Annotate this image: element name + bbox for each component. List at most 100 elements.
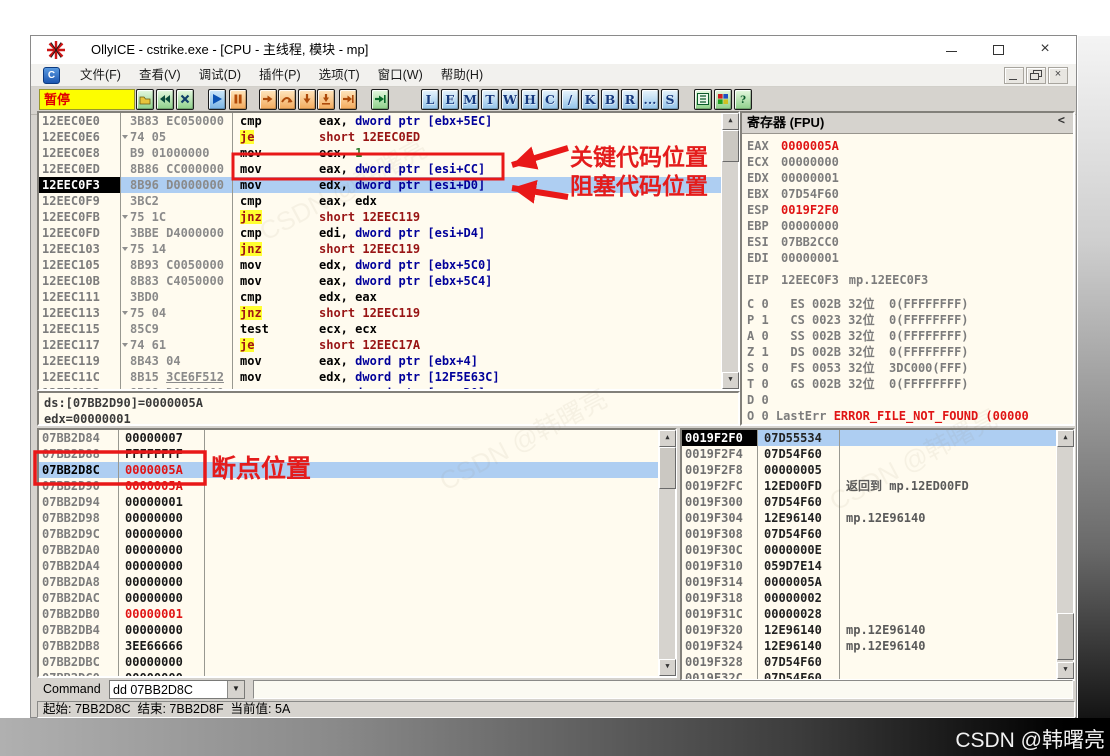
register-row[interactable]: EAX0000005A	[747, 138, 1073, 154]
dump-scrollbar[interactable]: ▲ ▼	[658, 430, 675, 676]
panel-K-button[interactable]: K	[581, 89, 599, 110]
panel-C-button[interactable]: C	[541, 89, 559, 110]
panel-B-button[interactable]: B	[601, 89, 619, 110]
disasm-row[interactable]: 12EEC1198B43 04moveax, dword ptr [ebx+4]	[39, 353, 722, 369]
dump-row[interactable]: 07BB2D8C0000005A	[39, 462, 659, 478]
dump-row[interactable]: 07BB2DB000000001	[39, 606, 659, 622]
flag-row[interactable]: A 0 SS 002B 32位 0(FFFFFFFF)	[747, 328, 1073, 344]
appearance-button[interactable]	[714, 89, 732, 110]
panel-E-button[interactable]: E	[441, 89, 459, 110]
scrollbar-thumb[interactable]	[1057, 613, 1074, 660]
disasm-row[interactable]: 12EEC1113BD0cmpedx, eax	[39, 289, 722, 305]
dump-row[interactable]: 07BB2DA000000000	[39, 542, 659, 558]
flag-row[interactable]: D 0	[747, 392, 1073, 408]
menu-item[interactable]: 查看(V)	[130, 64, 190, 86]
dump-row[interactable]: 07BB2D88FFFFFFFF	[39, 446, 659, 462]
panel-M-button[interactable]: M	[461, 89, 479, 110]
scrollbar-thumb[interactable]	[722, 130, 739, 162]
run-to-return-button[interactable]	[339, 89, 357, 110]
disasm-row[interactable]: 12EEC1228B88 D0000000movecx, dword ptr […	[39, 385, 722, 389]
collapse-button[interactable]: <	[1058, 113, 1065, 127]
go-to-button[interactable]	[371, 89, 389, 110]
disasm-row[interactable]: 12EEC0ED8B86 CC000000moveax, dword ptr […	[39, 161, 722, 177]
disassembly-scrollbar[interactable]: ▲ ▼	[721, 113, 738, 389]
dump-row[interactable]: 07BB2DAC00000000	[39, 590, 659, 606]
disasm-row[interactable]: 12EEC11585C9testecx, ecx	[39, 321, 722, 337]
menu-item[interactable]: 文件(F)	[71, 64, 130, 86]
stack-row[interactable]: 0019F2F407D54F60	[682, 446, 1057, 462]
stack-row[interactable]: 0019F30007D54F60	[682, 494, 1057, 510]
command-input[interactable]	[110, 681, 233, 698]
minimize-button[interactable]	[934, 36, 968, 63]
dump-row[interactable]: 07BB2D8400000007	[39, 430, 659, 446]
scroll-up-icon[interactable]: ▲	[659, 430, 676, 447]
menu-item[interactable]: 调试(D)	[190, 64, 250, 86]
stack-row[interactable]: 0019F310059D7E14	[682, 558, 1057, 574]
stack-pane[interactable]: 0019F2F007D555340019F2F407D54F600019F2F8…	[680, 428, 1075, 681]
stack-row[interactable]: 0019F32C07D54F60	[682, 670, 1057, 679]
stack-row[interactable]: 0019F32012E96140mp.12E96140	[682, 622, 1057, 638]
dump-row[interactable]: 07BB2DB83EE66666	[39, 638, 659, 654]
register-row[interactable]: ECX00000000	[747, 154, 1073, 170]
disasm-row[interactable]: 12EEC0FD3BBE D4000000cmpedi, dword ptr […	[39, 225, 722, 241]
run-button[interactable]	[208, 89, 226, 110]
menu-item[interactable]: 插件(P)	[250, 64, 310, 86]
trace-over-button[interactable]	[317, 89, 335, 110]
stack-row[interactable]: 0019F30C0000000E	[682, 542, 1057, 558]
stack-row[interactable]: 0019F3140000005A	[682, 574, 1057, 590]
register-row[interactable]: EDI00000001	[747, 250, 1073, 266]
stack-row[interactable]: 0019F31C00000028	[682, 606, 1057, 622]
panel-R-button[interactable]: R	[621, 89, 639, 110]
disasm-row[interactable]: 12EEC11774 61jeshort 12EEC17A	[39, 337, 722, 353]
close-button[interactable]: ×	[1028, 36, 1062, 63]
maximize-button[interactable]	[981, 36, 1015, 63]
flag-row[interactable]: Z 1 DS 002B 32位 0(FFFFFFFF)	[747, 344, 1073, 360]
disasm-row[interactable]: 12EEC0FB75 1Cjnzshort 12EEC119	[39, 209, 722, 225]
scroll-down-icon[interactable]: ▼	[1057, 662, 1074, 679]
panel-L-button[interactable]: L	[421, 89, 439, 110]
registers-pane[interactable]: < 寄存器 (FPU) EAX0000005AECX00000000EDX000…	[740, 111, 1075, 426]
scroll-up-icon[interactable]: ▲	[1057, 430, 1074, 447]
register-row[interactable]: ESI07BB2CC0	[747, 234, 1073, 250]
disasm-row[interactable]: 12EEC0F38B96 D0000000movedx, dword ptr […	[39, 177, 722, 193]
memory-dump-pane[interactable]: 07BB2D840000000707BB2D88FFFFFFFF07BB2D8C…	[37, 428, 677, 678]
register-row[interactable]: EBP00000000	[747, 218, 1073, 234]
register-row[interactable]: EBX07D54F60	[747, 186, 1073, 202]
disasm-row[interactable]: 12EEC10B8B83 C4050000moveax, dword ptr […	[39, 273, 722, 289]
menu-item[interactable]: 帮助(H)	[432, 64, 492, 86]
panel-W-button[interactable]: W	[501, 89, 519, 110]
register-row[interactable]: ESP0019F2F0	[747, 202, 1073, 218]
scroll-down-icon[interactable]: ▼	[722, 372, 739, 389]
dump-row[interactable]: 07BB2DC000000000	[39, 670, 659, 676]
scrollbar-thumb[interactable]	[659, 447, 676, 489]
stack-row[interactable]: 0019F2F800000005	[682, 462, 1057, 478]
dump-row[interactable]: 07BB2D9C00000000	[39, 526, 659, 542]
eip-row[interactable]: EIP12EEC0F3mp.12EEC0F3	[747, 272, 1073, 288]
dump-row[interactable]: 07BB2DBC00000000	[39, 654, 659, 670]
stack-row[interactable]: 0019F31800000002	[682, 590, 1057, 606]
help-button[interactable]: ?	[734, 89, 752, 110]
stack-row[interactable]: 0019F32412E96140mp.12E96140	[682, 638, 1057, 654]
stack-row[interactable]: 0019F2F007D55534	[682, 430, 1057, 446]
trace-into-button[interactable]	[298, 89, 316, 110]
dump-row[interactable]: 07BB2D900000005A	[39, 478, 659, 494]
disasm-row[interactable]: 12EEC11C8B15 3CE6F512movedx, dword ptr […	[39, 369, 722, 385]
stack-row[interactable]: 0019F32807D54F60	[682, 654, 1057, 670]
stack-row[interactable]: 0019F2FC12ED00FD返回到 mp.12ED00FD	[682, 478, 1057, 494]
stack-row[interactable]: 0019F30412E96140mp.12E96140	[682, 510, 1057, 526]
stack-scrollbar[interactable]: ▲ ▼	[1056, 430, 1073, 679]
dump-row[interactable]: 07BB2DA400000000	[39, 558, 659, 574]
mdi-close-button[interactable]: ×	[1048, 67, 1068, 84]
close-program-button[interactable]	[176, 89, 194, 110]
disasm-row[interactable]: 12EEC11375 04jnzshort 12EEC119	[39, 305, 722, 321]
flag-row[interactable]: S 0 FS 0053 32位 3DC000(FFF)	[747, 360, 1073, 376]
step-into-button[interactable]	[259, 89, 277, 110]
disasm-row[interactable]: 12EEC0E8B9 01000000movecx, 1	[39, 145, 722, 161]
dump-row[interactable]: 07BB2DA800000000	[39, 574, 659, 590]
disasm-row[interactable]: 12EEC1058B93 C0050000movedx, dword ptr […	[39, 257, 722, 273]
menu-item[interactable]: 选项(T)	[310, 64, 369, 86]
panel-x-button[interactable]: /	[561, 89, 579, 110]
flag-row[interactable]: C 0 ES 002B 32位 0(FFFFFFFF)	[747, 296, 1073, 312]
mdi-minimize-button[interactable]	[1004, 67, 1024, 84]
flag-row[interactable]: T 0 GS 002B 32位 0(FFFFFFFF)	[747, 376, 1073, 392]
